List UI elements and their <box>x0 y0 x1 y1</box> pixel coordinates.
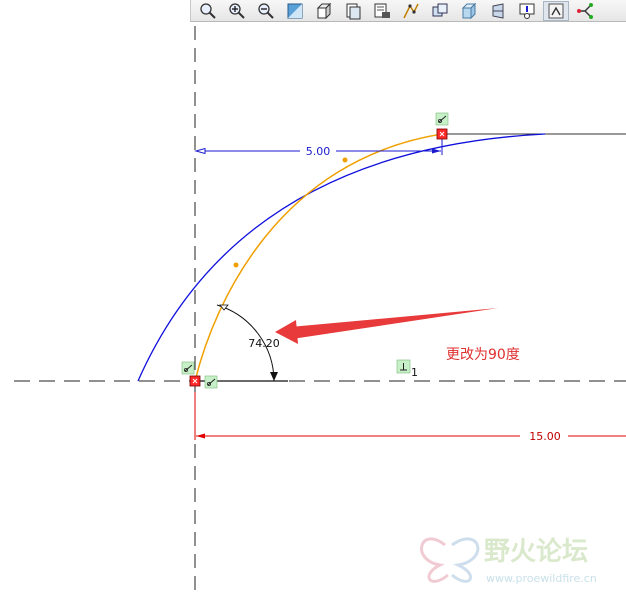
perpendicular-constraint-label: 1 <box>411 366 418 379</box>
sketch-canvas[interactable]: 5.00 74.20 15.00 1 更改为90度 野火论坛 www.proew… <box>0 0 626 596</box>
tangent-constraint-icon[interactable] <box>435 112 449 126</box>
dim-arrow-left <box>194 147 206 155</box>
watermark-title: 野火论坛 <box>484 537 588 567</box>
blue-arc[interactable] <box>137 133 546 382</box>
dim-arrow-red <box>196 433 205 439</box>
dim-horizontal-value[interactable]: 5.00 <box>306 145 331 158</box>
spline-point[interactable] <box>342 157 348 163</box>
spline-point[interactable] <box>233 262 239 268</box>
dim-length-value[interactable]: 15.00 <box>529 430 561 443</box>
butterfly-logo-icon <box>420 537 480 583</box>
endpoint-top[interactable] <box>436 128 448 140</box>
perpendicular-constraint-icon[interactable] <box>396 359 411 374</box>
orange-spline[interactable] <box>194 133 443 382</box>
watermark-url: www.proewildfire.cn <box>486 572 597 585</box>
annotation-text: 更改为90度 <box>446 347 520 363</box>
tangent-constraint-icon[interactable] <box>181 361 195 375</box>
tangent-constraint-icon[interactable] <box>204 375 218 389</box>
angle-dim-arrow-bottom <box>270 372 278 381</box>
endpoint-bottom[interactable] <box>189 375 201 387</box>
dim-angle-value[interactable]: 74.20 <box>248 337 280 350</box>
annotation-arrow <box>275 308 498 344</box>
watermark: 野火论坛 www.proewildfire.cn <box>420 537 597 585</box>
dim-arrow-right <box>432 148 441 154</box>
